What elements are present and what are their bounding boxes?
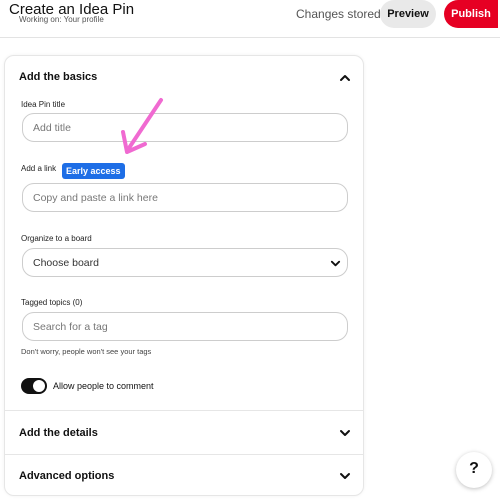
topics-hint: Don't worry, people won't see your tags xyxy=(21,347,152,356)
question-mark-icon: ? xyxy=(469,460,479,477)
page-subtitle: Working on: Your profile xyxy=(19,15,104,24)
help-button[interactable]: ? xyxy=(456,452,492,488)
top-bar: Create an Idea Pin Working on: Your prof… xyxy=(0,0,500,38)
publish-button[interactable]: Publish xyxy=(444,0,498,28)
comment-toggle-label: Allow people to comment xyxy=(53,381,154,391)
early-access-badge: Early access xyxy=(62,163,125,179)
board-select-value: Choose board xyxy=(33,257,99,269)
section-details-title: Add the details xyxy=(19,427,98,439)
tag-search-input[interactable] xyxy=(22,312,348,341)
section-advanced-title: Advanced options xyxy=(19,470,115,482)
pointer-arrow-icon xyxy=(121,98,163,154)
chevron-down-icon xyxy=(340,430,350,436)
pin-settings-panel: Add the basics Idea Pin title Add a link… xyxy=(4,55,364,496)
section-basics-header[interactable]: Add the basics xyxy=(5,56,365,98)
chevron-down-icon xyxy=(340,473,350,479)
preview-button[interactable]: Preview xyxy=(380,0,436,28)
chevron-down-icon xyxy=(330,260,341,267)
board-select[interactable]: Choose board xyxy=(22,248,348,277)
title-label: Idea Pin title xyxy=(21,100,66,109)
section-details-header[interactable]: Add the details xyxy=(5,411,365,453)
board-label: Organize to a board xyxy=(21,234,92,243)
toggle-knob xyxy=(33,380,45,392)
chevron-up-icon xyxy=(340,75,350,81)
save-status: Changes stored! xyxy=(296,7,385,21)
section-basics-title: Add the basics xyxy=(19,71,98,83)
pin-title-input[interactable] xyxy=(22,113,348,142)
link-label: Add a link xyxy=(21,164,57,173)
comment-toggle[interactable] xyxy=(21,378,47,394)
topics-label: Tagged topics (0) xyxy=(21,298,83,307)
section-advanced-header[interactable]: Advanced options xyxy=(5,455,365,497)
link-input[interactable] xyxy=(22,183,348,212)
